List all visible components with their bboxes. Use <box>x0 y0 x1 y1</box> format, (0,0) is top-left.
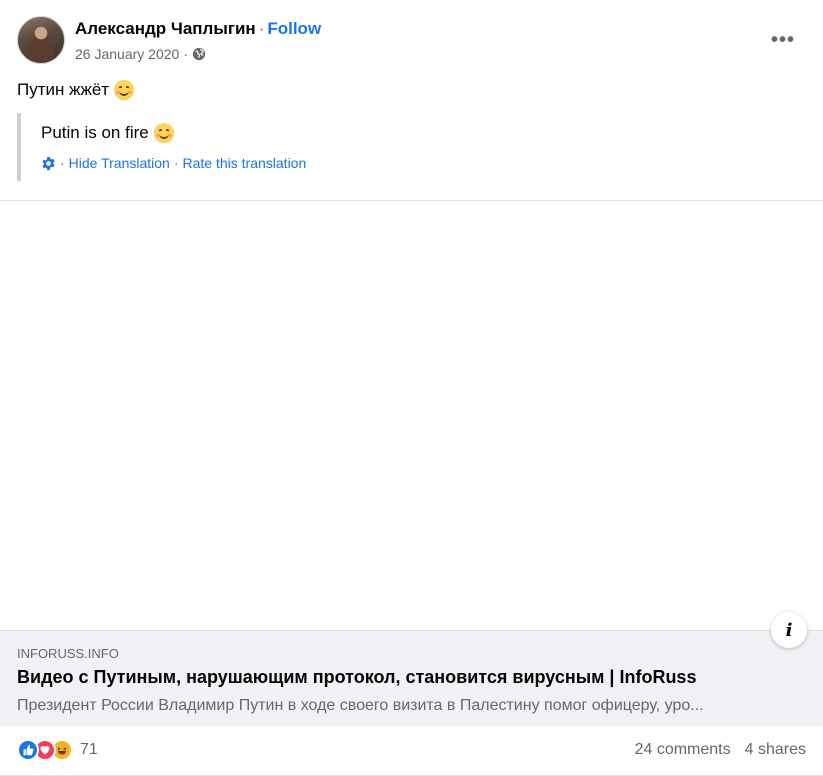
translation-separator: · <box>173 155 179 171</box>
post-text: Путин жжёт <box>17 80 135 100</box>
more-options-icon[interactable]: ••• <box>765 26 801 54</box>
info-icon[interactable]: i <box>771 612 807 648</box>
follow-button[interactable]: Follow <box>267 19 321 38</box>
reaction-count: 71 <box>80 741 98 758</box>
shares-count[interactable]: 4 shares <box>745 741 806 759</box>
author-name[interactable]: Александр Чаплыгин <box>75 19 256 38</box>
smiling-face-emoji <box>153 123 174 143</box>
author-separator: · <box>258 19 265 38</box>
globe-icon <box>192 47 206 61</box>
smiling-face-emoji <box>114 80 135 100</box>
translation-content: Putin is on fire <box>41 123 149 142</box>
gear-icon[interactable] <box>41 156 56 171</box>
link-description: Президент России Владимир Путин в ходе с… <box>17 697 704 714</box>
translation-separator: · <box>60 155 65 171</box>
post-date[interactable]: 26 January 2020 <box>75 46 179 62</box>
post-header: Александр Чаплыгин · Follow 26 January 202… <box>17 16 807 68</box>
meta-separator: · <box>183 46 188 62</box>
rate-translation-link[interactable]: Rate this translation <box>183 155 307 171</box>
post-meta: 26 January 2020 · <box>75 46 206 62</box>
engagement-counts: 24 comments 4 shares <box>635 741 806 759</box>
post-stats: 71 24 comments 4 shares <box>0 726 823 776</box>
translation-links: · Hide Translation · Rate this translati… <box>41 155 437 171</box>
hide-translation-link[interactable]: Hide Translation <box>69 155 170 171</box>
author-avatar[interactable] <box>17 16 65 64</box>
link-title[interactable]: Видео с Путиным, нарушающим протокол, ст… <box>17 667 696 688</box>
comments-count[interactable]: 24 comments <box>635 741 731 759</box>
post-text-content: Путин жжёт <box>17 80 110 99</box>
like-icon <box>17 739 39 761</box>
translation-text: Putin is on fire <box>41 123 437 143</box>
link-preview-image[interactable] <box>0 201 823 630</box>
link-domain: INFORUSS.INFO <box>17 646 119 661</box>
translation-block: Putin is on fire · Hide Translation · Ra… <box>17 113 437 181</box>
author-line: Александр Чаплыгин · Follow <box>75 19 321 39</box>
reactions-summary[interactable]: 71 <box>17 739 98 761</box>
link-preview[interactable]: INFORUSS.INFO Видео с Путиным, нарушающи… <box>0 630 823 726</box>
